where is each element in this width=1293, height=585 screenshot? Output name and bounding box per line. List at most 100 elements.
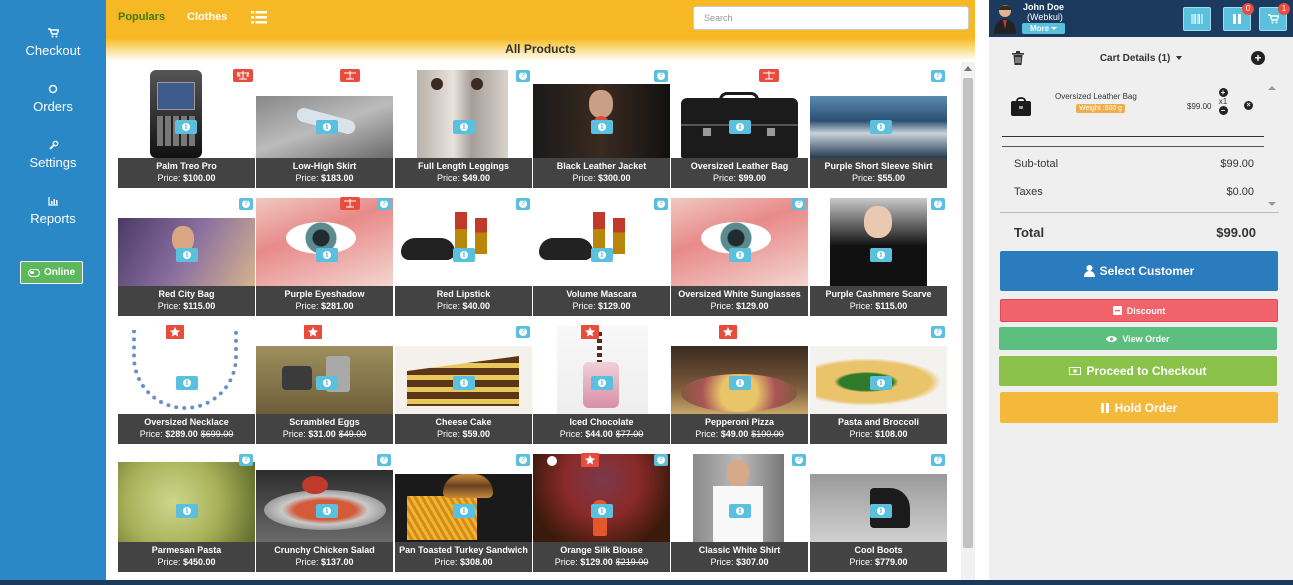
help-icon[interactable]: ? bbox=[516, 198, 530, 210]
product-card[interactable]: ? i Purple Cashmere Scarve Price: $115.0… bbox=[810, 196, 947, 316]
product-card[interactable]: ? i Black Leather Jacket Price: $300.00 bbox=[533, 68, 670, 188]
sidebar-item-orders[interactable]: Orders bbox=[0, 84, 106, 114]
compare-icon[interactable] bbox=[759, 69, 779, 82]
star-icon[interactable] bbox=[719, 325, 737, 339]
cart-title[interactable]: Cart Details (1) bbox=[989, 53, 1293, 64]
info-icon[interactable]: i bbox=[453, 248, 475, 262]
scrollbar-thumb[interactable] bbox=[963, 78, 973, 548]
info-icon[interactable]: i bbox=[175, 120, 197, 134]
product-card[interactable]: ? i Orange Silk Blouse Price: $129.00 $21… bbox=[533, 452, 670, 572]
search-input[interactable] bbox=[693, 6, 969, 30]
help-icon[interactable]: ? bbox=[931, 454, 945, 466]
info-icon[interactable]: i bbox=[870, 120, 892, 134]
increase-qty-icon[interactable]: + bbox=[1218, 88, 1228, 97]
info-icon[interactable]: i bbox=[591, 120, 613, 134]
help-icon[interactable]: ? bbox=[792, 454, 806, 466]
sidebar-item-reports[interactable]: Reports bbox=[0, 196, 106, 226]
product-card[interactable]: ? i Cheese Cake Price: $59.00 bbox=[395, 324, 532, 444]
product-card[interactable]: ? i Classic White Shirt Price: $307.00 bbox=[671, 452, 808, 572]
product-card[interactable]: ? i Parmesan Pasta Price: $450.00 bbox=[118, 452, 255, 572]
tab-populars[interactable]: Populars bbox=[118, 11, 165, 23]
scroll-down-icon[interactable] bbox=[1268, 202, 1276, 206]
star-icon[interactable] bbox=[581, 453, 599, 467]
decrease-qty-icon[interactable]: − bbox=[1218, 106, 1228, 115]
help-icon[interactable]: ? bbox=[654, 454, 668, 466]
cart-button[interactable]: 1 bbox=[1259, 3, 1290, 31]
info-icon[interactable]: i bbox=[729, 504, 751, 518]
barcode-button[interactable] bbox=[1183, 7, 1211, 31]
help-icon[interactable]: ? bbox=[792, 198, 806, 210]
info-icon[interactable]: i bbox=[316, 120, 338, 134]
product-card[interactable]: ? i Volume Mascara Price: $129.00 bbox=[533, 196, 670, 316]
info-icon[interactable]: i bbox=[176, 376, 198, 390]
product-card[interactable]: ? i Oversized White Sunglasses Price: $1… bbox=[671, 196, 808, 316]
help-icon[interactable]: ? bbox=[516, 326, 530, 338]
product-card[interactable]: i Oversized Leather Bag Price: $99.00 bbox=[671, 68, 808, 188]
tab-clothes[interactable]: Clothes bbox=[187, 11, 227, 23]
info-icon[interactable]: i bbox=[316, 504, 338, 518]
info-icon[interactable]: i bbox=[870, 248, 892, 262]
product-card[interactable]: ? i Pan Toasted Turkey Sandwich Price: $… bbox=[395, 452, 532, 572]
help-icon[interactable]: ? bbox=[239, 454, 253, 466]
info-icon[interactable]: i bbox=[316, 376, 338, 390]
product-card[interactable]: ? i Red City Bag Price: $115.00 bbox=[118, 196, 255, 316]
more-button[interactable]: More bbox=[1022, 23, 1065, 34]
star-icon[interactable] bbox=[581, 325, 599, 339]
info-icon[interactable]: i bbox=[870, 376, 892, 390]
product-card[interactable]: i Scrambled Eggs Price: $31.00 $49.00 bbox=[256, 324, 393, 444]
product-card[interactable]: i Palm Treo Pro Price: $100.00 bbox=[118, 68, 255, 188]
help-icon[interactable]: ? bbox=[654, 198, 668, 210]
cart-scrollbar[interactable] bbox=[1267, 86, 1277, 206]
product-card[interactable]: i Iced Chocolate Price: $44.00 $77.00 bbox=[533, 324, 670, 444]
help-icon[interactable]: ? bbox=[654, 70, 668, 82]
select-customer-button[interactable]: Select Customer bbox=[1000, 251, 1278, 291]
product-scrollbar[interactable] bbox=[961, 62, 975, 585]
sidebar-item-checkout[interactable]: Checkout bbox=[0, 28, 106, 58]
info-icon[interactable]: i bbox=[176, 248, 198, 262]
help-icon[interactable]: ? bbox=[931, 198, 945, 210]
help-icon[interactable]: ? bbox=[516, 454, 530, 466]
product-card[interactable]: ? i Purple Eyeshadow Price: $281.00 bbox=[256, 196, 393, 316]
product-card[interactable]: ? i Pasta and Broccoli Price: $108.00 bbox=[810, 324, 947, 444]
compare-icon[interactable] bbox=[340, 69, 360, 82]
star-icon[interactable] bbox=[166, 325, 184, 339]
star-icon[interactable] bbox=[304, 325, 322, 339]
discount-button[interactable]: Discount bbox=[1000, 299, 1278, 322]
info-icon[interactable]: i bbox=[729, 376, 751, 390]
help-icon[interactable]: ? bbox=[377, 198, 391, 210]
compare-icon[interactable] bbox=[340, 197, 360, 210]
product-card[interactable]: ? i Crunchy Chicken Salad Price: $137.00 bbox=[256, 452, 393, 572]
info-icon[interactable]: i bbox=[729, 120, 751, 134]
info-icon[interactable]: i bbox=[729, 248, 751, 262]
sidebar-item-settings[interactable]: Settings bbox=[0, 140, 106, 170]
help-icon[interactable]: ? bbox=[516, 70, 530, 82]
info-icon[interactable]: i bbox=[591, 504, 613, 518]
info-icon[interactable]: i bbox=[316, 248, 338, 262]
info-icon[interactable]: i bbox=[591, 248, 613, 262]
info-icon[interactable]: i bbox=[453, 376, 475, 390]
proceed-checkout-button[interactable]: Proceed to Checkout bbox=[999, 356, 1277, 386]
product-card[interactable]: i Oversized Necklace Price: $289.00 $699.… bbox=[118, 324, 255, 444]
scroll-up-icon[interactable] bbox=[1268, 86, 1276, 90]
info-icon[interactable]: i bbox=[453, 120, 475, 134]
info-icon[interactable]: i bbox=[176, 504, 198, 518]
product-card[interactable]: ? i Cool Boots Price: $779.00 bbox=[810, 452, 947, 572]
info-icon[interactable]: i bbox=[453, 504, 475, 518]
product-card[interactable]: ? i Red Lipstick Price: $40.00 bbox=[395, 196, 532, 316]
add-item-button[interactable]: + bbox=[1251, 51, 1265, 65]
remove-item-icon[interactable]: × bbox=[1244, 101, 1253, 110]
hold-orders-button[interactable]: 0 bbox=[1223, 3, 1254, 31]
help-icon[interactable]: ? bbox=[931, 326, 945, 338]
product-card[interactable]: ? i Purple Short Sleeve Shirt Price: $55… bbox=[810, 68, 947, 188]
help-icon[interactable]: ? bbox=[931, 70, 945, 82]
product-card[interactable]: i Pepperoni Pizza Price: $49.00 $100.00 bbox=[671, 324, 808, 444]
product-card[interactable]: ? i Full Length Leggings Price: $49.00 bbox=[395, 68, 532, 188]
scroll-up-icon[interactable] bbox=[964, 66, 972, 71]
product-card[interactable]: i Low-High Skirt Price: $183.00 bbox=[256, 68, 393, 188]
compare-icon[interactable] bbox=[233, 69, 253, 82]
help-icon[interactable]: ? bbox=[377, 454, 391, 466]
list-view-icon[interactable] bbox=[251, 11, 267, 24]
info-icon[interactable]: i bbox=[591, 376, 613, 390]
info-icon[interactable]: i bbox=[870, 504, 892, 518]
view-order-button[interactable]: View Order bbox=[999, 327, 1277, 350]
